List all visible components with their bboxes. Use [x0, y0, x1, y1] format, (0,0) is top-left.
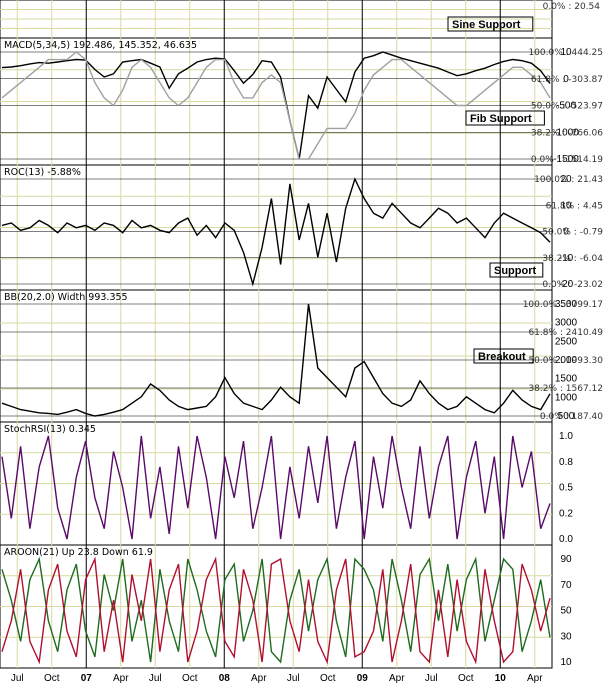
fib-level-label: 100.0% : 444.25 — [528, 48, 603, 58]
fib-level-label: 50.0% : -0.79 — [542, 228, 603, 238]
x-tick-label: Apr — [251, 673, 267, 684]
x-tick-label: Apr — [527, 673, 543, 684]
fib-level-label: 100.0% : 21.43 — [534, 175, 603, 185]
top-strip-label: 0.0% : 20.54 — [543, 2, 601, 12]
panel-title: MACD(5,34,5) 192.486, 145.352, 46.635 — [4, 40, 197, 51]
x-tick-label: 10 — [495, 673, 507, 684]
fib-level-label: 50.0% : 1993.30 — [528, 356, 603, 366]
fib-level-label: 50.0% : -523.97 — [531, 102, 603, 112]
y-tick-label: 0.2 — [559, 508, 573, 519]
fib-level-label: 0.0% : -1514.19 — [531, 155, 603, 165]
x-tick-label: Oct — [44, 673, 60, 684]
callout-note: Fib Support — [470, 113, 532, 125]
technical-indicators-chart: Jul Oct 07 Apr Jul Oct 08 Apr Jul Oct 09 Apr Jul Oct 1… — [0, 0, 604, 685]
x-tick-label: 08 — [219, 673, 231, 684]
y-tick-label: 10 — [560, 657, 572, 668]
x-tick-label: Oct — [320, 673, 336, 684]
x-tick-label: Apr — [113, 673, 129, 684]
fib-level-label: 38.2% : -6.04 — [542, 254, 603, 264]
panel-title: ROC(13) -5.88% — [4, 167, 81, 178]
fib-level-label: 61.8% : -303.87 — [531, 75, 603, 85]
y-tick-label: 0.8 — [559, 457, 573, 468]
x-tick-label: Apr — [389, 673, 405, 684]
y-tick-label: 70 — [560, 580, 572, 591]
panel-title: AROON(21) Up 23.8 Down 61.9 — [4, 547, 153, 558]
callout-note: Support — [494, 265, 536, 277]
panel-title: BB(20,2.0) Width 993.355 — [4, 292, 128, 303]
x-tick-label: Oct — [182, 673, 198, 684]
y-tick-label: 0.5 — [559, 483, 573, 494]
x-tick-label: 07 — [81, 673, 93, 684]
y-tick-label: 30 — [560, 631, 572, 642]
y-tick-label: 0.0 — [559, 534, 573, 545]
y-tick-label: 1.0 — [559, 431, 573, 442]
x-tick-label: Jul — [287, 673, 300, 684]
fib-level-label: 0.0% : 187.40 — [540, 412, 603, 422]
chart-background — [0, 0, 604, 685]
fib-level-label: 38.2% : 1567.12 — [528, 384, 603, 394]
y-tick-label: 50 — [560, 606, 572, 617]
x-tick-label: Jul — [11, 673, 24, 684]
fib-level-label: 0.0% : -23.02 — [542, 280, 603, 290]
x-tick-label: Jul — [425, 673, 438, 684]
x-tick-label: Oct — [458, 673, 474, 684]
x-tick-label: 09 — [357, 673, 369, 684]
y-tick-label: 90 — [560, 554, 572, 565]
x-tick-label: Jul — [149, 673, 162, 684]
callout-note: Breakout — [478, 351, 526, 363]
callout-note: Sine Support — [452, 19, 521, 31]
fib-level-label: 38.2% : -766.06 — [531, 128, 603, 138]
fib-level-label: 100.0% : 3799.17 — [523, 300, 603, 310]
fib-level-label: 61.8% : 2410.49 — [528, 328, 603, 338]
panel-title: StochRSI(13) 0.345 — [4, 424, 96, 435]
fib-level-label: 61.8% : 4.45 — [546, 201, 603, 211]
